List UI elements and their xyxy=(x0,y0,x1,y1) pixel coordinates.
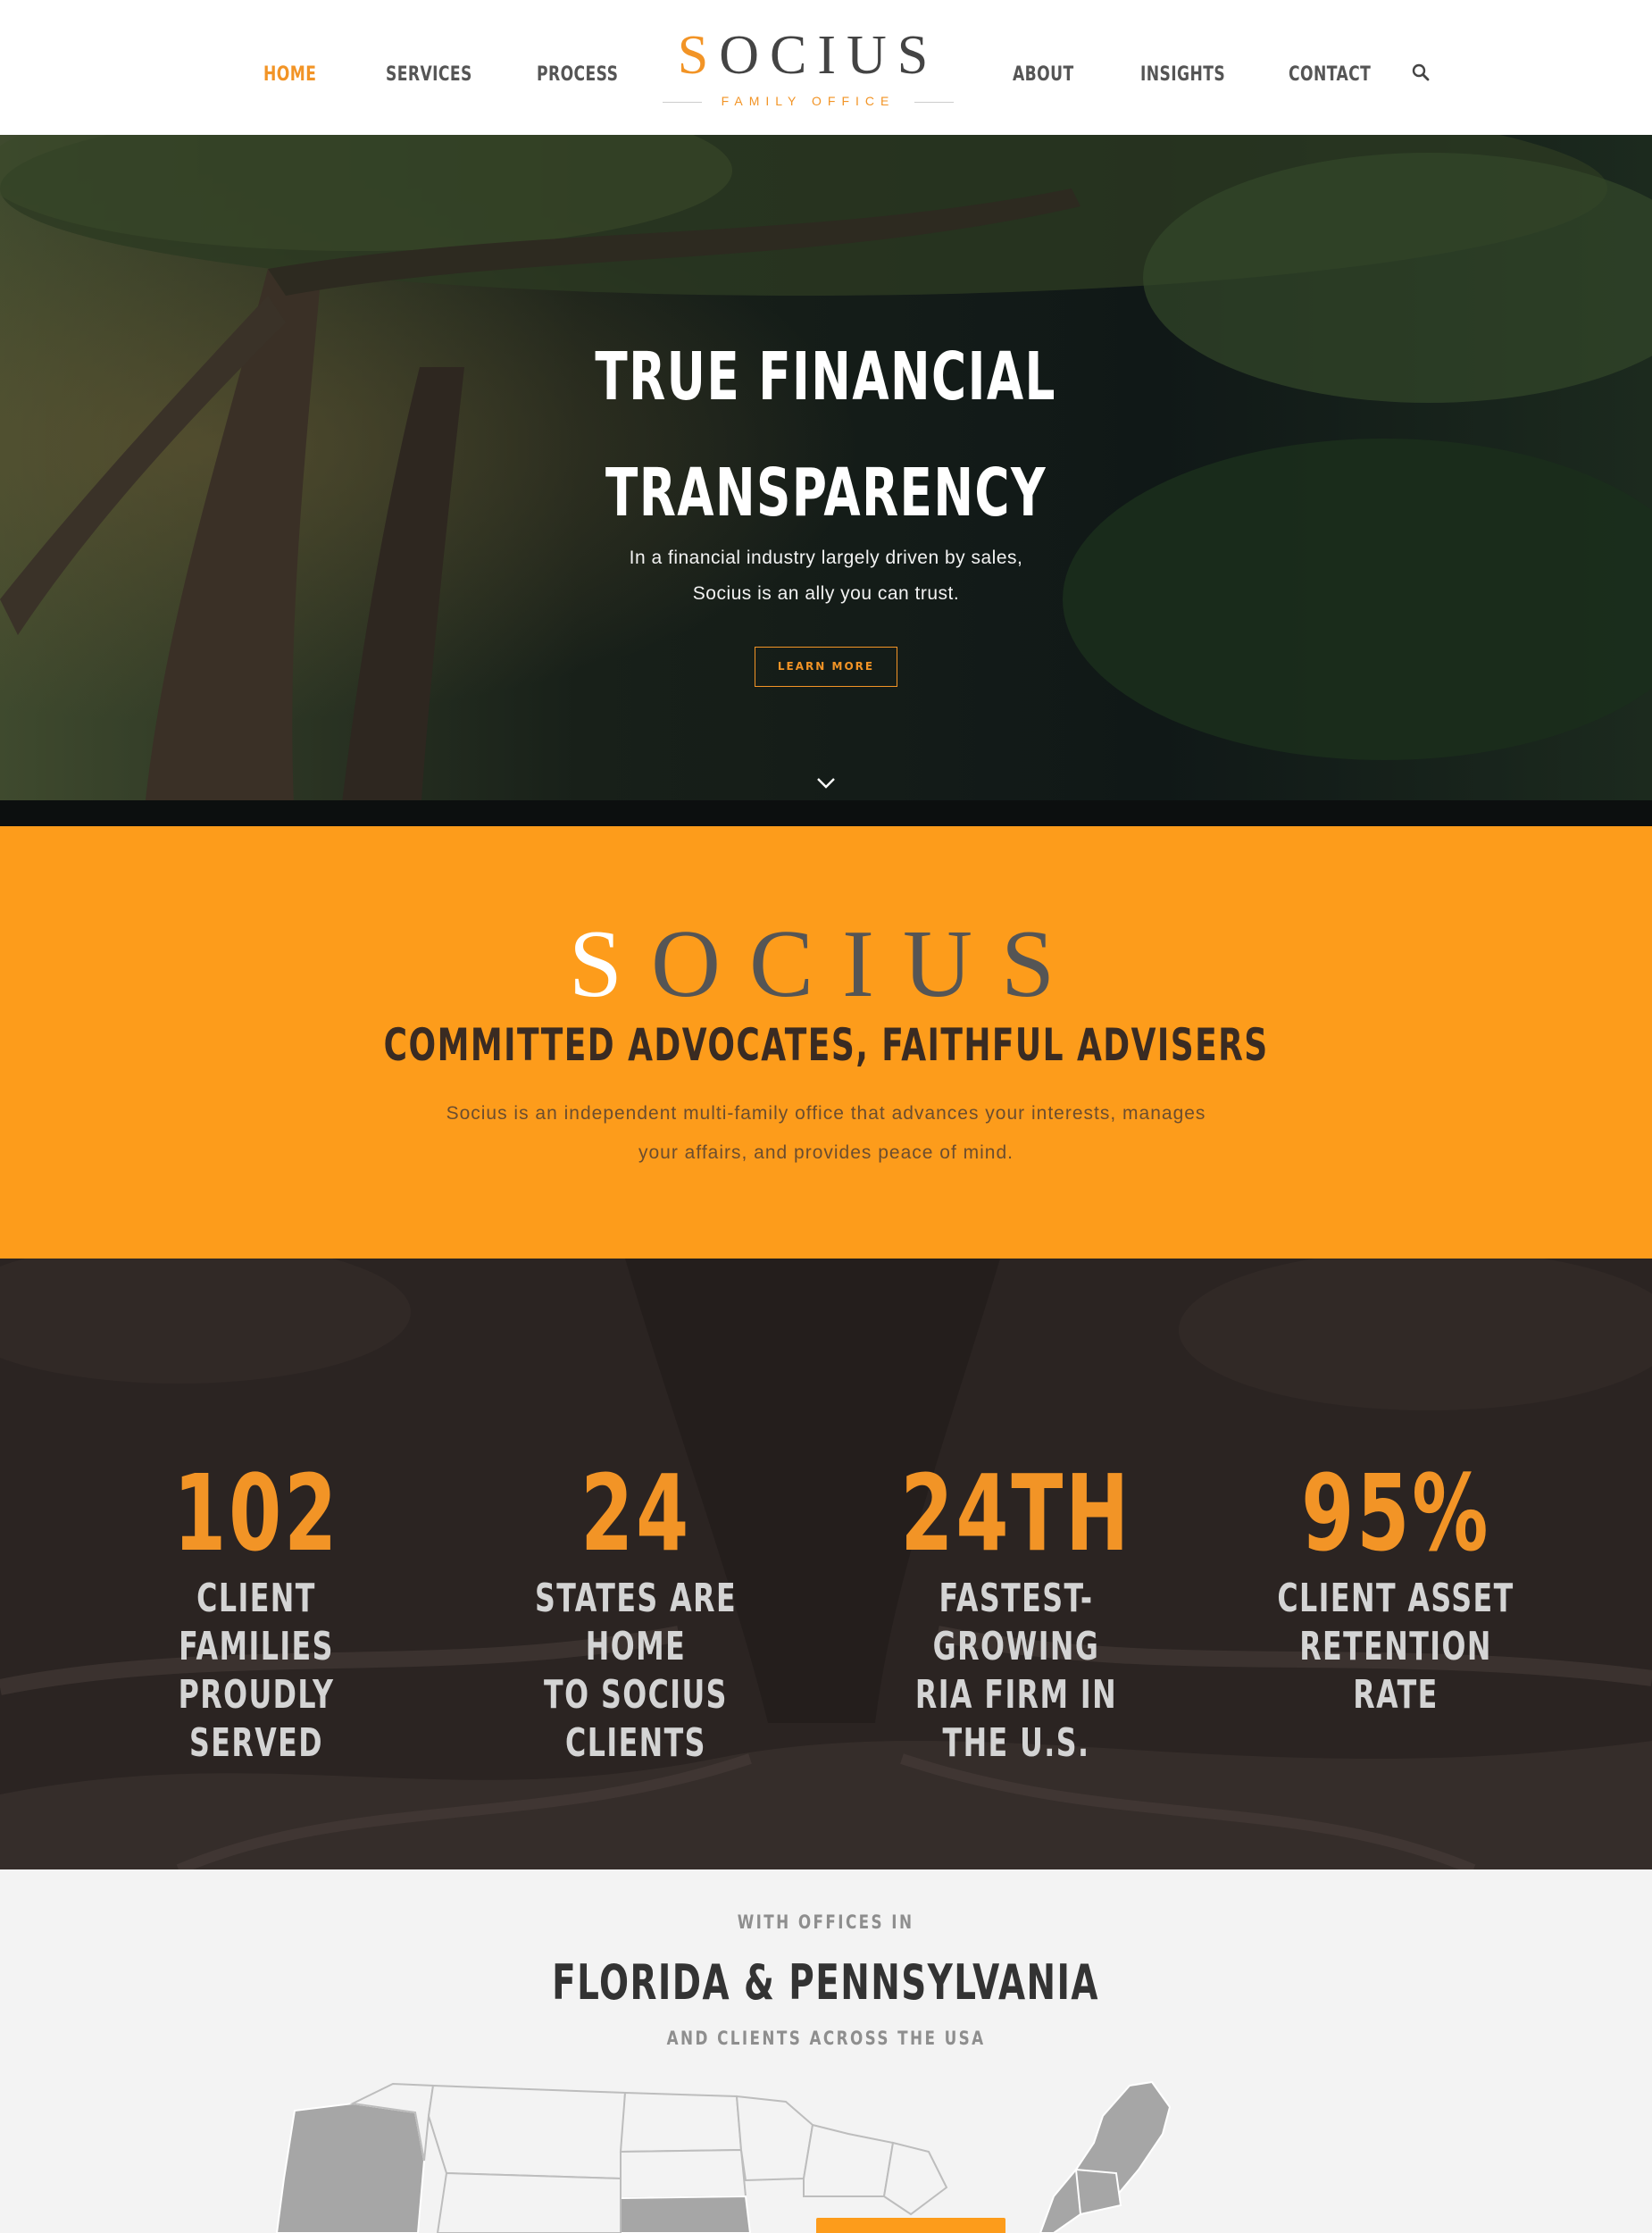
site-header: HOME SERVICES PROCESS SOCIUS FAMILY OFFI… xyxy=(0,0,1652,135)
offices-section: WITH OFFICES IN FLORIDA & PENNSYLVANIA A… xyxy=(0,1869,1652,2233)
search-icon[interactable] xyxy=(1411,63,1431,82)
stat-value: 102 xyxy=(172,1451,339,1575)
hero-title-line-1: TRUE FINANCIAL xyxy=(595,339,1057,415)
intro-section: SOCIUS COMMITTED ADVOCATES, FAITHFUL ADV… xyxy=(0,826,1652,1259)
intro-heading: COMMITTED ADVOCATES, FAITHFUL ADVISERS xyxy=(383,1019,1269,1071)
stat-client-families: 102 CLIENT FAMILIES PROUDLY SERVED xyxy=(69,1455,444,1768)
chevron-down-icon[interactable] xyxy=(813,774,839,791)
hero-title-line-2: TRANSPARENCY xyxy=(605,455,1047,531)
stat-retention-rate: 95% CLIENT ASSET RETENTION RATE xyxy=(1208,1455,1583,1719)
hero-text-line-1: In a financial industry largely driven b… xyxy=(629,548,1023,568)
nav-services[interactable]: SERVICES xyxy=(386,57,472,93)
hero-text-line-2: Socius is an ally you can trust. xyxy=(692,583,960,604)
intro-text: Socius is an independent multi-family of… xyxy=(0,1094,1652,1173)
nav-contact[interactable]: CONTACT xyxy=(1289,57,1371,93)
stats-section: 102 CLIENT FAMILIES PROUDLY SERVED 24 ST… xyxy=(0,1259,1652,1869)
stat-label: CLIENT FAMILIES PROUDLY SERVED xyxy=(178,1576,335,1766)
offices-subtext: AND CLIENTS ACROSS THE USA xyxy=(666,2028,986,2049)
intro-text-line-2: your affairs, and provides peace of mind… xyxy=(638,1142,1014,1163)
stat-fastest-growing: 24TH FASTEST-GROWING RIA FIRM IN THE U.S… xyxy=(829,1455,1204,1768)
offices-kicker: WITH OFFICES IN xyxy=(738,1911,914,1933)
nav-insights[interactable]: INSIGHTS xyxy=(1140,57,1225,93)
stat-value: 95% xyxy=(1300,1451,1490,1575)
stat-label: FASTEST-GROWING RIA FIRM IN THE U.S. xyxy=(914,1576,1118,1766)
offices-heading: FLORIDA & PENNSYLVANIA xyxy=(552,1954,1100,2011)
stat-value: 24 xyxy=(580,1451,691,1575)
stat-states: 24 STATES ARE HOME TO SOCIUS CLIENTS xyxy=(448,1455,823,1768)
intro-logo-wordmark: SOCIUS xyxy=(568,911,1084,1017)
nav-process[interactable]: PROCESS xyxy=(537,57,618,93)
learn-more-button[interactable]: LEARN MORE xyxy=(755,647,897,687)
stat-label: CLIENT ASSET RETENTION RATE xyxy=(1277,1576,1514,1718)
nav-about[interactable]: ABOUT xyxy=(1013,57,1074,93)
logo-wordmark: SOCIUS xyxy=(677,25,939,86)
intro-text-line-1: Socius is an independent multi-family of… xyxy=(446,1103,1206,1124)
logo-subtitle: FAMILY OFFICE xyxy=(721,94,896,108)
stat-label: STATES ARE HOME TO SOCIUS CLIENTS xyxy=(534,1576,738,1766)
stat-value: 24TH xyxy=(900,1451,1132,1575)
socius-logo[interactable]: SOCIUS FAMILY OFFICE xyxy=(661,27,955,116)
logo-divider-right xyxy=(914,102,954,103)
nav-home[interactable]: HOME xyxy=(263,57,316,93)
usa-map xyxy=(275,2080,1172,2233)
hero-section: TRUE FINANCIAL TRANSPARENCY In a financi… xyxy=(0,135,1652,826)
